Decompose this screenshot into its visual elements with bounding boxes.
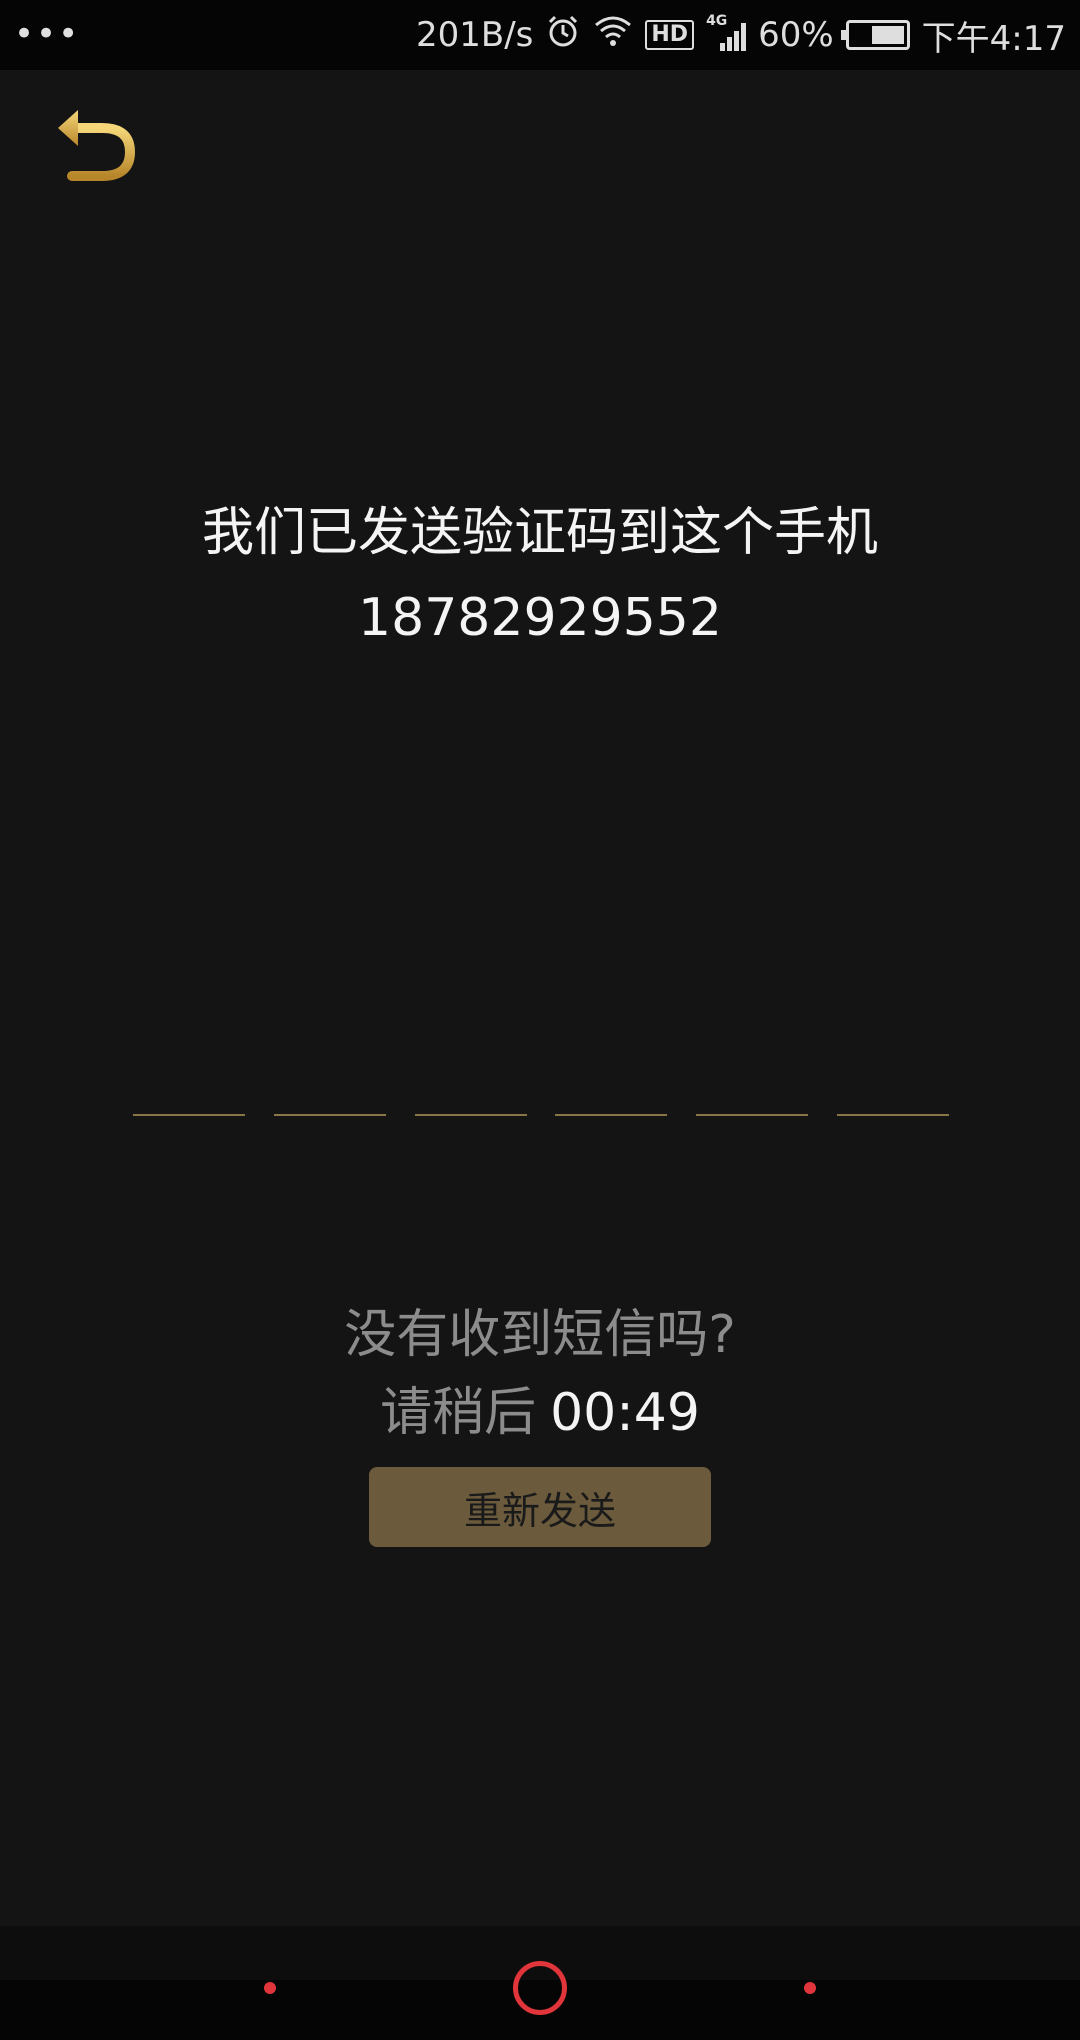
status-indicators: 201B/s HD 4G 60% 下午4:17 bbox=[416, 10, 1066, 60]
nav-back-button[interactable] bbox=[264, 1982, 276, 1994]
code-digit-1[interactable] bbox=[133, 1080, 245, 1116]
code-digit-5[interactable] bbox=[696, 1080, 809, 1116]
nav-home-button[interactable] bbox=[513, 1961, 567, 2015]
status-time: 下午4:17 bbox=[921, 18, 1066, 59]
countdown-row: 请稍后 00:49 bbox=[0, 1370, 1080, 1445]
phone-number: 18782929552 bbox=[358, 588, 722, 648]
battery-fill bbox=[872, 26, 904, 44]
network-type: 4G bbox=[706, 13, 728, 29]
battery-percent: 60% bbox=[758, 15, 834, 55]
nav-menu-button[interactable] bbox=[804, 1982, 816, 1994]
back-arrow-icon bbox=[58, 110, 136, 181]
hd-badge: HD bbox=[645, 20, 695, 50]
status-bar: ••• 201B/s HD 4G 60% 下午4:17 bbox=[0, 0, 1080, 70]
signal-icon: 4G bbox=[706, 13, 747, 55]
wifi-icon bbox=[593, 13, 633, 58]
net-speed: 201B/s bbox=[415, 15, 534, 55]
code-input-row[interactable] bbox=[133, 1080, 949, 1116]
back-button[interactable] bbox=[50, 100, 140, 190]
code-digit-3[interactable] bbox=[414, 1080, 527, 1116]
no-sms-hint: 没有收到短信吗? bbox=[344, 1305, 736, 1365]
notification-dots: ••• bbox=[14, 14, 81, 54]
sent-message: 我们已发送验证码到这个手机 bbox=[201, 503, 878, 563]
battery-icon bbox=[840, 20, 910, 50]
wait-label: 请稍后 bbox=[380, 1383, 537, 1443]
alarm-icon bbox=[545, 13, 581, 58]
code-digit-4[interactable] bbox=[555, 1080, 668, 1116]
countdown-timer: 00:49 bbox=[550, 1383, 700, 1443]
resend-button[interactable]: 重新发送 bbox=[369, 1467, 711, 1547]
code-digit-2[interactable] bbox=[273, 1080, 386, 1116]
code-digit-6[interactable] bbox=[836, 1080, 949, 1116]
verification-screen: ••• 201B/s HD 4G 60% 下午4:17 我们已发送验证码到这个手… bbox=[0, 0, 1080, 2040]
